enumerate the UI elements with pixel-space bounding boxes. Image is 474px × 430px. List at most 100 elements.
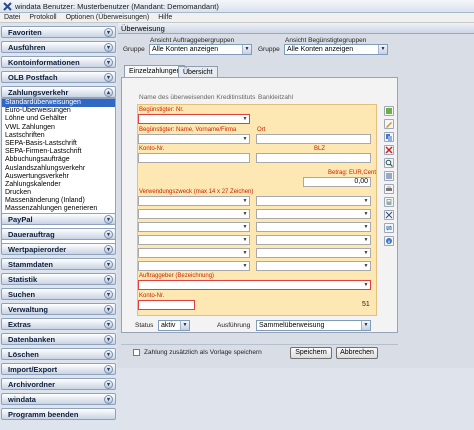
beg-name-input[interactable]: ▼ <box>138 134 250 144</box>
verwendungszweck-line-12[interactable]: ▼ <box>256 261 371 271</box>
sidebar-section-wertpapierorder[interactable]: Wertpapierorder ▾ <box>1 243 116 255</box>
sidebar-section-datenbanken[interactable]: Datenbanken ▾ <box>1 333 116 345</box>
sidebar-section-paypal[interactable]: PayPal ▾ <box>1 213 116 225</box>
sidebar-item-ausland[interactable]: Auslandszahlungsverkehr <box>2 165 115 173</box>
sidebar-section-windata[interactable]: windata ▾ <box>1 393 116 405</box>
verwendungszweck-line-1[interactable]: ▼ <box>138 196 250 206</box>
scissors-icon[interactable] <box>384 210 394 220</box>
sidebar-item-auswertung[interactable]: Auswertungsverkehr <box>2 173 115 181</box>
print-icon[interactable] <box>384 184 394 194</box>
status-select[interactable]: aktiv ▼ <box>158 320 190 331</box>
chevron-down-icon: ▾ <box>104 230 113 239</box>
auftraggeber-select[interactable]: ▼ <box>138 280 371 290</box>
sidebar-item-vwl[interactable]: VWL Zahlungen <box>2 124 115 132</box>
sidebar-section-label: Wertpapierorder <box>8 244 67 254</box>
bankleitzahl-label: Bankleitzahl <box>258 94 294 101</box>
sidebar-section-olb-postfach[interactable]: OLB Postfach ▾ <box>1 71 116 83</box>
betrag-input[interactable]: 0,00 <box>303 177 371 187</box>
sidebar-section-verwaltung[interactable]: Verwaltung ▾ <box>1 303 116 315</box>
delete-icon[interactable] <box>384 145 394 155</box>
sidebar-section-label: windata <box>8 394 36 404</box>
chevron-down-icon: ▾ <box>104 28 113 37</box>
list-icon[interactable] <box>384 171 394 181</box>
verwendungszweck-label: Verwendungszweck (max 14 x 27 Zeichen) <box>139 189 254 195</box>
sidebar-item-euro-ueberweisungen[interactable]: Euro-Überweisungen <box>2 107 115 115</box>
sidebar-item-kalender[interactable]: Zahlungskalender <box>2 181 115 189</box>
info-icon[interactable] <box>384 236 394 246</box>
sidebar-section-extras[interactable]: Extras ▾ <box>1 318 116 330</box>
status-label: Status <box>135 322 154 329</box>
chevron-down-icon: ▼ <box>363 237 369 243</box>
sidebar-section-ausfuehren[interactable]: Ausführen ▾ <box>1 41 116 53</box>
kreditinstitut-label: Name des überweisenden Kreditinstituts <box>139 94 256 101</box>
vorlage-checkbox[interactable] <box>133 349 140 356</box>
sidebar-item-drucken[interactable]: Drucken <box>2 189 115 197</box>
chevron-down-icon: ▼ <box>363 211 369 217</box>
chevron-down-icon: ▼ <box>363 282 369 288</box>
gruppe-auftraggeber-select[interactable]: Alle Konten anzeigen ▼ <box>149 44 252 55</box>
sidebar-section-archivordner[interactable]: Archivordner ▾ <box>1 378 116 390</box>
ausfuehrung-select[interactable]: Sammelüberweisung ▼ <box>256 320 371 331</box>
sidebar-item-loehne[interactable]: Löhne und Gehälter <box>2 115 115 123</box>
select-value: aktiv <box>161 322 176 329</box>
sidebar-item-massenaenderung[interactable]: Massenänderung (Inland) <box>2 197 115 205</box>
sidebar-section-label: PayPal <box>8 214 33 224</box>
transfer-icon[interactable] <box>384 223 394 233</box>
sidebar-item-sepa-firmen[interactable]: SEPA-Firmen-Lastschrift <box>2 148 115 156</box>
sidebar-section-label: Archivordner <box>8 379 56 389</box>
menu-datei[interactable]: Datei <box>4 14 20 21</box>
verwendungszweck-line-6[interactable]: ▼ <box>256 222 371 232</box>
sidebar-section-label: Suchen <box>8 289 36 299</box>
sidebar-section-favoriten[interactable]: Favoriten ▾ <box>1 26 116 38</box>
new-record-icon[interactable] <box>384 106 394 116</box>
sidebar-section-kontoinformationen[interactable]: Kontoinformationen ▾ <box>1 56 116 68</box>
chevron-down-icon: ▾ <box>104 215 113 224</box>
search-icon[interactable] <box>384 158 394 168</box>
cancel-button[interactable]: Abbrechen <box>336 347 378 359</box>
sidebar-section-dauerauftrag[interactable]: Dauerauftrag ▾ <box>1 228 116 240</box>
sidebar-section-suchen[interactable]: Suchen ▾ <box>1 288 116 300</box>
ort-input[interactable] <box>256 134 371 144</box>
konto-nr2-label: Konto-Nr. <box>139 293 165 299</box>
blz-input[interactable] <box>256 153 371 163</box>
gruppe-beguenstigte-select[interactable]: Alle Konten anzeigen ▼ <box>284 44 388 55</box>
sidebar-item-lastschriften[interactable]: Lastschriften <box>2 132 115 140</box>
sidebar-item-sepa-basis[interactable]: SEPA-Basis-Lastschrift <box>2 140 115 148</box>
chevron-down-icon: ▼ <box>242 198 248 204</box>
auftraggeber-konto-input[interactable] <box>138 300 195 310</box>
sidebar: Favoriten ▾ Ausführen ▾ Kontoinformationen… <box>0 23 117 430</box>
sidebar-section-stammdaten[interactable]: Stammdaten ▾ <box>1 258 116 270</box>
gruppe-label-2: Gruppe <box>258 46 280 53</box>
verwendungszweck-line-4[interactable]: ▼ <box>256 209 371 219</box>
sidebar-section-zahlungsverkehr[interactable]: Zahlungsverkehr ▴ <box>1 86 116 98</box>
beg-nr-input[interactable]: ▼ <box>138 114 250 124</box>
page-title: Überweisung <box>118 23 474 34</box>
sidebar-section-loeschen[interactable]: Löschen ▾ <box>1 348 116 360</box>
beg-nr-label: Begünstigter: Nr. <box>139 107 184 113</box>
menu-protokoll[interactable]: Protokoll <box>29 14 56 21</box>
copy-icon[interactable] <box>384 132 394 142</box>
verwendungszweck-line-10[interactable]: ▼ <box>256 248 371 258</box>
verwendungszweck-line-5[interactable]: ▼ <box>138 222 250 232</box>
sidebar-section-statistik[interactable]: Statistik ▾ <box>1 273 116 285</box>
edit-icon[interactable] <box>384 119 394 129</box>
sidebar-item-standardueberweisungen[interactable]: Standardüberweisungen <box>2 99 115 108</box>
save-button[interactable]: Speichern <box>290 347 332 359</box>
verwendungszweck-line-11[interactable]: ▼ <box>138 261 250 271</box>
verwendungszweck-line-2[interactable]: ▼ <box>256 196 371 206</box>
menu-optionen[interactable]: Optionen (Überweisungen) <box>66 14 150 21</box>
verwendungszweck-line-3[interactable]: ▼ <box>138 209 250 219</box>
sidebar-section-label: Programm beenden <box>8 409 79 419</box>
konto-nr-input[interactable] <box>138 153 250 163</box>
verwendungszweck-line-8[interactable]: ▼ <box>256 235 371 245</box>
verwendungszweck-line-7[interactable]: ▼ <box>138 235 250 245</box>
menu-hilfe[interactable]: Hilfe <box>158 14 172 21</box>
sidebar-item-abbuchung[interactable]: Abbuchungsaufträge <box>2 156 115 164</box>
chevron-down-icon: ▾ <box>104 380 113 389</box>
auftraggebergruppen-label: Ansicht Auftraggebergruppen <box>150 37 235 44</box>
sidebar-section-import-export[interactable]: Import/Export ▾ <box>1 363 116 375</box>
sidebar-section-programm-beenden[interactable]: Programm beenden <box>1 408 116 420</box>
calculator-icon[interactable] <box>384 197 394 207</box>
sidebar-section-label: Datenbanken <box>8 334 56 344</box>
verwendungszweck-line-9[interactable]: ▼ <box>138 248 250 258</box>
